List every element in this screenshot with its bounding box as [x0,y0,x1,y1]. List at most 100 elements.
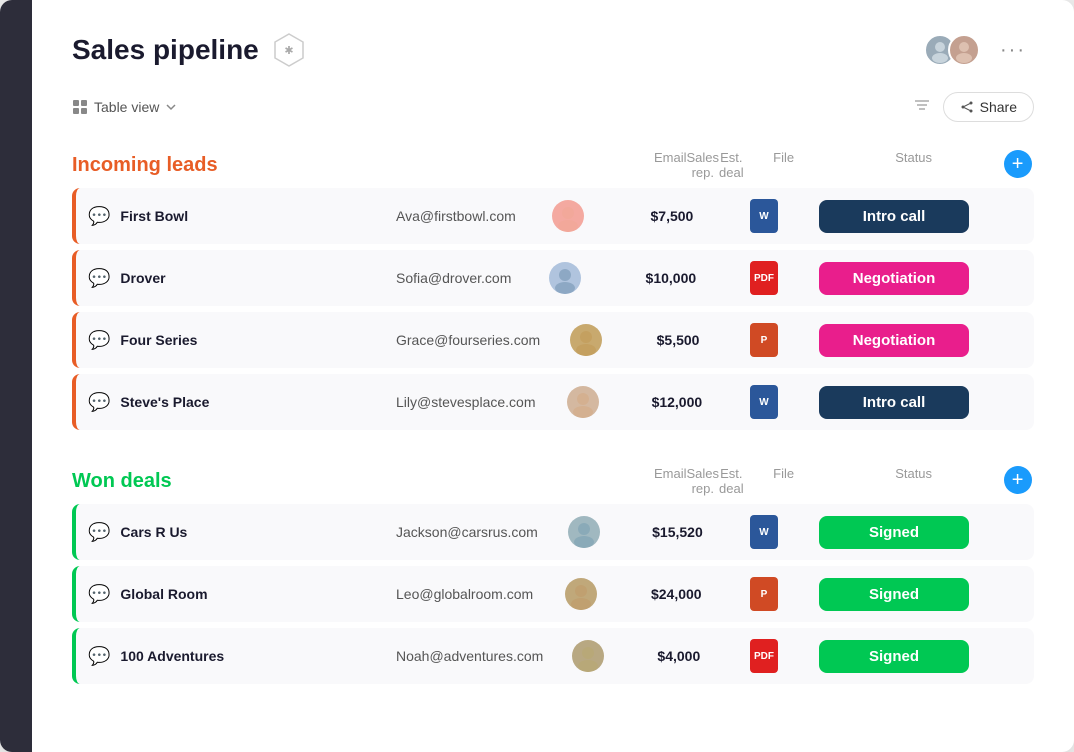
row-sales-rep [543,640,633,672]
col-add-header: + [1004,150,1054,180]
table-icon [72,99,88,115]
row-status: Intro call [804,386,984,419]
share-button[interactable]: Share [943,92,1034,122]
row-sales-rep [533,578,628,610]
col-file-header: File [744,150,824,180]
col-status-won-header: Status [824,466,1004,496]
file-badge[interactable]: PDF [750,639,778,673]
rep-avatar [549,262,581,294]
row-email: Leo@globalroom.com [396,586,533,602]
col-rep-header: Sales rep. [687,150,720,180]
filter-button[interactable] [913,96,931,119]
add-won-button[interactable]: + [1004,466,1032,494]
status-badge[interactable]: Signed [819,516,969,549]
table-row: 💬 Four Series Grace@fourseries.com $5,50… [72,312,1034,368]
col-email-header: Email [654,150,687,180]
table-row: 💬 Cars R Us Jackson@carsrus.com $15,520 … [72,504,1034,560]
chat-icon: 💬 [88,646,110,667]
page-title: Sales pipeline [72,34,259,66]
incoming-leads-header: Incoming leads Email Sales rep. Est. dea… [72,150,1034,180]
row-file: W [724,199,804,233]
add-incoming-button[interactable]: + [1004,150,1032,178]
row-company-name: 💬 Four Series [76,330,396,351]
col-deal-header: Est. deal [719,150,744,180]
status-badge[interactable]: Signed [819,640,969,673]
hex-icon: ✱ [271,32,307,68]
row-email: Jackson@carsrus.com [396,524,538,540]
status-badge[interactable]: Intro call [819,386,969,419]
share-icon [960,100,974,114]
won-rows-container: 💬 Cars R Us Jackson@carsrus.com $15,520 … [72,504,1034,684]
status-badge[interactable]: Negotiation [819,262,969,295]
row-company-name: 💬 Cars R Us [76,522,396,543]
row-company-name: 💬 100 Adventures [76,646,396,667]
main-content: Sales pipeline ✱ [32,0,1074,752]
won-deals-title: Won deals [72,470,172,493]
col-rep-won-header: Sales rep. [687,466,720,496]
col-name-won-header [334,466,654,496]
chat-icon: 💬 [88,268,110,289]
incoming-leads-title: Incoming leads [72,154,218,177]
won-deals-section: Won deals Email Sales rep. Est. deal Fil… [72,466,1034,684]
row-file: P [724,323,804,357]
row-est-deal: $7,500 [620,208,724,224]
rep-avatar [567,386,599,418]
row-company-name: 💬 First Bowl [76,206,396,227]
table-row: 💬 Global Room Leo@globalroom.com $24,000… [72,566,1034,622]
table-row: 💬 Drover Sofia@drover.com $10,000 PDF Ne… [72,250,1034,306]
col-file-won-header: File [744,466,824,496]
row-status: Negotiation [804,262,984,295]
row-file: P [724,577,804,611]
more-options-button[interactable]: ··· [992,35,1034,66]
rep-avatar [572,640,604,672]
file-badge[interactable]: W [750,199,778,233]
col-add-won-header: + [1004,466,1054,496]
row-est-deal: $24,000 [629,586,724,602]
row-email: Lily@stevesplace.com [396,394,536,410]
status-badge[interactable]: Negotiation [819,324,969,357]
col-status-header: Status [824,150,1004,180]
toolbar: Table view [72,92,1034,122]
incoming-col-headers: Email Sales rep. Est. deal File Status + [334,150,1034,180]
chat-icon: 💬 [88,330,110,351]
svg-text:✱: ✱ [284,45,293,57]
won-deals-actions: Email Sales rep. Est. deal File Status + [334,466,1034,496]
row-company-name: 💬 Steve's Place [76,392,396,413]
row-file: W [724,385,804,419]
filter-icon [913,96,931,114]
file-badge[interactable]: PDF [750,261,778,295]
row-file: PDF [724,639,804,673]
row-status: Signed [804,640,984,673]
page-header: Sales pipeline ✱ [72,32,1034,68]
row-email: Noah@adventures.com [396,648,543,664]
status-badge[interactable]: Intro call [819,200,969,233]
row-status: Negotiation [804,324,984,357]
incoming-leads-section: Incoming leads Email Sales rep. Est. dea… [72,150,1034,430]
chat-icon: 💬 [88,522,110,543]
file-badge[interactable]: W [750,515,778,549]
row-status: Signed [804,578,984,611]
file-badge[interactable]: P [750,577,778,611]
row-email: Ava@firstbowl.com [396,208,516,224]
rep-avatar [565,578,597,610]
incoming-rows-container: 💬 First Bowl Ava@firstbowl.com $7,500 W … [72,188,1034,430]
share-label: Share [980,99,1017,115]
file-badge[interactable]: P [750,323,778,357]
user-avatars [924,34,980,66]
row-email: Sofia@drover.com [396,270,511,286]
col-email-won-header: Email [654,466,687,496]
rep-avatar [570,324,602,356]
incoming-leads-actions: Email Sales rep. Est. deal File Status + [334,150,1034,180]
won-col-headers: Email Sales rep. Est. deal File Status + [334,466,1034,496]
row-sales-rep [536,386,630,418]
table-row: 💬 First Bowl Ava@firstbowl.com $7,500 W … [72,188,1034,244]
table-view-button[interactable]: Table view [72,99,177,115]
file-badge[interactable]: W [750,385,778,419]
chat-icon: 💬 [88,584,110,605]
row-est-deal: $4,000 [634,648,724,664]
col-deal-won-header: Est. deal [719,466,744,496]
row-email: Grace@fourseries.com [396,332,540,348]
row-est-deal: $5,500 [632,332,724,348]
row-status: Intro call [804,200,984,233]
status-badge[interactable]: Signed [819,578,969,611]
